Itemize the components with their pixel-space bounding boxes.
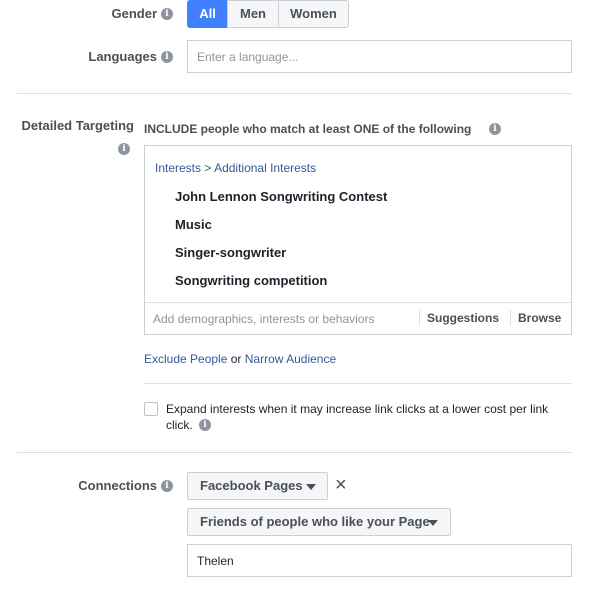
gender-option-men[interactable]: Men (227, 0, 279, 28)
exclude-narrow-row: Exclude People or Narrow Audience (144, 352, 336, 366)
interest-item[interactable]: Music (175, 217, 212, 232)
suggestions-button[interactable]: Suggestions (427, 311, 499, 325)
connection-type-dropdown[interactable]: Facebook Pages (187, 472, 328, 500)
info-icon: i (118, 143, 130, 155)
interest-item[interactable]: Songwriting competition (175, 273, 327, 288)
breadcrumb: Interests > Additional Interests (155, 161, 316, 175)
or-text: or (230, 352, 242, 366)
breadcrumb-interests[interactable]: Interests (155, 161, 201, 175)
connection-subtype-dropdown[interactable]: Friends of people who like your Page (187, 508, 451, 536)
browse-divider (510, 310, 511, 326)
gender-option-women[interactable]: Women (278, 0, 349, 28)
expand-interests-checkbox[interactable] (144, 402, 158, 416)
chevron-down-icon (306, 484, 316, 490)
targeting-search-input[interactable]: Add demographics, interests or behaviors (153, 312, 374, 326)
info-icon: i (489, 123, 501, 135)
breadcrumb-additional-interests[interactable]: Additional Interests (214, 161, 316, 175)
narrow-audience-link[interactable]: Narrow Audience (245, 352, 336, 366)
connection-type-label: Facebook Pages (200, 478, 303, 493)
page-name-input[interactable]: Thelen (187, 544, 572, 577)
suggestions-divider (419, 310, 420, 326)
close-icon[interactable]: × (335, 474, 347, 496)
languages-label: Languages (88, 49, 157, 64)
gender-label: Gender (111, 6, 157, 21)
divider (17, 93, 572, 94)
info-icon: i (199, 419, 211, 431)
expand-interests-text: Expand interests when it may increase li… (166, 401, 576, 433)
browse-button[interactable]: Browse (518, 311, 561, 325)
info-icon: i (161, 8, 173, 20)
info-icon: i (161, 51, 173, 63)
gender-option-all[interactable]: All (187, 0, 228, 28)
exclude-people-link[interactable]: Exclude People (144, 352, 227, 366)
include-heading: INCLUDE people who match at least ONE of… (144, 122, 472, 136)
chevron-down-icon (428, 520, 438, 526)
breadcrumb-separator: > (204, 161, 212, 175)
divider (144, 383, 572, 384)
info-icon: i (161, 480, 173, 492)
connections-label: Connections (78, 478, 157, 493)
divider (17, 452, 572, 453)
expand-interests-line2: click. (166, 418, 193, 432)
page-name-value: Thelen (197, 554, 234, 568)
language-input-placeholder: Enter a language... (197, 50, 299, 64)
targeting-box-divider (145, 302, 571, 303)
connection-subtype-label: Friends of people who like your Page (200, 514, 430, 529)
expand-interests-line1: Expand interests when it may increase li… (166, 402, 549, 416)
interest-item[interactable]: John Lennon Songwriting Contest (175, 189, 387, 204)
detailed-targeting-label: Detailed Targeting (21, 118, 134, 133)
language-input[interactable]: Enter a language... (187, 40, 572, 73)
targeting-box: Interests > Additional Interests John Le… (144, 145, 572, 335)
gender-segmented-control: All Men Women (187, 0, 349, 28)
interest-item[interactable]: Singer-songwriter (175, 245, 286, 260)
